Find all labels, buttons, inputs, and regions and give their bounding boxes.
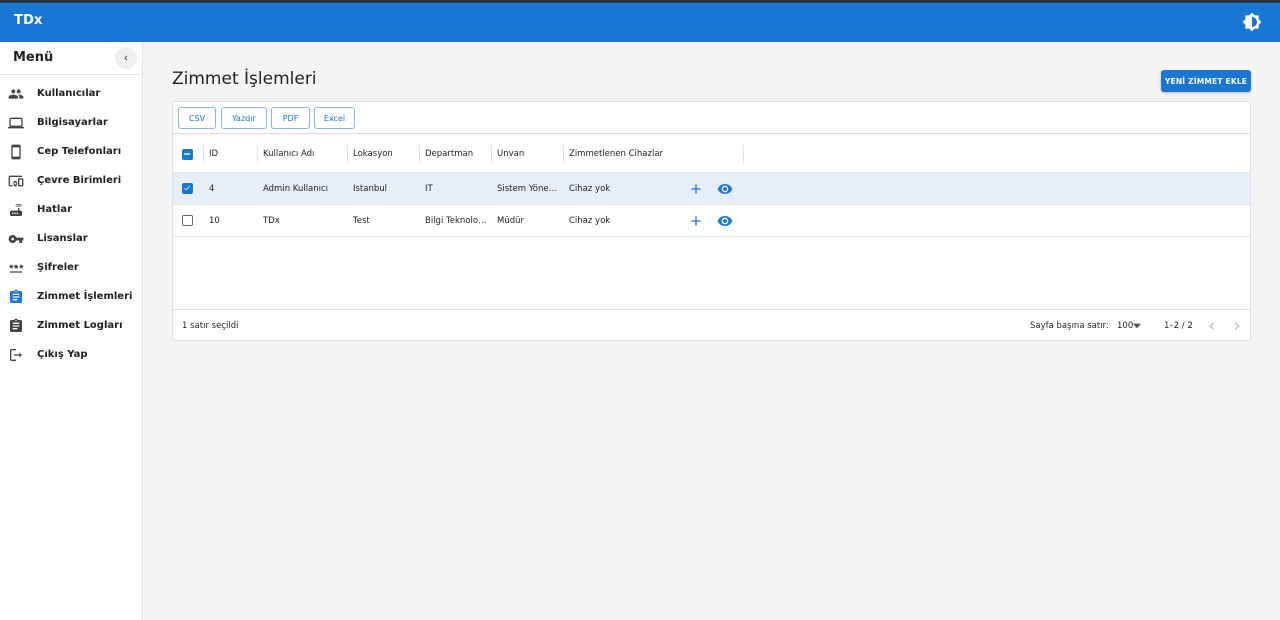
sidebar-item-label: Hatlar bbox=[37, 204, 73, 215]
cell-zimmetlenen-cihazlar: Cihaz yok bbox=[569, 215, 611, 226]
cell-id: 10 bbox=[209, 215, 220, 226]
cell-unvan: Sistem Yöneticisi bbox=[497, 183, 559, 194]
sidebar-header: Menü bbox=[0, 42, 142, 75]
laptop-icon bbox=[8, 117, 24, 129]
data-grid: ID Kullanıcı Adı Lokasyon Departman Unva… bbox=[173, 135, 1250, 237]
sidebar-item-label: Lisanslar bbox=[37, 233, 88, 244]
sidebar-item-sifreler[interactable]: Şifreler bbox=[0, 254, 142, 283]
add-icon[interactable] bbox=[688, 213, 704, 229]
sidebar-item-kullanicilar[interactable]: Kullanıcılar bbox=[0, 80, 142, 109]
cell-id: 4 bbox=[209, 183, 215, 194]
sidebar: Menü Kullanıcılar Bilgisayarlar Cep Tele… bbox=[0, 42, 143, 620]
sidebar-title: Menü bbox=[13, 50, 54, 65]
previous-page-icon[interactable] bbox=[1204, 318, 1220, 334]
add-icon[interactable] bbox=[688, 181, 704, 197]
table-row[interactable]: 10 TDx Test Bilgi Teknolojileri Müdür Ci… bbox=[173, 205, 1250, 237]
sidebar-item-cikis-yap[interactable]: Çıkış Yap bbox=[0, 341, 142, 370]
sidebar-item-label: Zimmet İşlemleri bbox=[37, 291, 133, 302]
app-bar: TDx bbox=[0, 0, 1280, 42]
cell-lokasyon: Test bbox=[353, 215, 370, 226]
export-excel-button[interactable]: Excel bbox=[314, 107, 355, 129]
sidebar-item-lisanslar[interactable]: Lisanslar bbox=[0, 225, 142, 254]
export-pdf-button[interactable]: PDF bbox=[271, 107, 310, 129]
selection-count: 1 satır seçildi bbox=[182, 321, 239, 331]
assignment-icon bbox=[10, 289, 22, 303]
sidebar-item-bilgisayarlar[interactable]: Bilgisayarlar bbox=[0, 109, 142, 138]
rows-per-page-label: Sayfa başına satır: bbox=[1030, 321, 1109, 331]
sidebar-item-label: Şifreler bbox=[37, 262, 79, 273]
sidebar-item-label: Çevre Birimleri bbox=[37, 175, 122, 186]
dropdown-arrow-icon[interactable] bbox=[1133, 323, 1141, 329]
logout-icon bbox=[10, 349, 22, 361]
sidebar-item-cevre-birimleri[interactable]: Çevre Birimleri bbox=[0, 167, 142, 196]
theme-toggle-icon[interactable] bbox=[1242, 12, 1262, 32]
column-header-kullanici-adi[interactable]: Kullanıcı Adı bbox=[263, 135, 347, 172]
cell-departman: IT bbox=[425, 183, 433, 194]
app-title: TDx bbox=[14, 13, 43, 28]
clipboard-icon bbox=[10, 318, 22, 332]
view-icon[interactable] bbox=[717, 181, 733, 197]
column-header-id[interactable]: ID bbox=[209, 135, 259, 172]
people-icon bbox=[8, 89, 24, 99]
router-icon bbox=[10, 204, 22, 216]
cell-unvan: Müdür bbox=[497, 215, 524, 226]
sidebar-item-label: Çıkış Yap bbox=[37, 349, 88, 360]
sidebar-item-label: Kullanıcılar bbox=[37, 88, 101, 99]
cell-lokasyon: İstanbul bbox=[353, 183, 388, 194]
grid-footer: 1 satır seçildi Sayfa başına satır: 100 … bbox=[173, 309, 1250, 341]
cell-zimmetlenen-cihazlar: Cihaz yok bbox=[569, 183, 611, 194]
smartphone-icon bbox=[11, 144, 21, 160]
view-icon[interactable] bbox=[717, 213, 733, 229]
pagination-range: 1–2 / 2 bbox=[1164, 321, 1193, 331]
devices-icon bbox=[8, 175, 24, 187]
row-checkbox[interactable] bbox=[182, 215, 193, 226]
row-checkbox[interactable] bbox=[182, 183, 193, 194]
new-assignment-button[interactable]: YENİ ZİMMET EKLE bbox=[1161, 70, 1251, 92]
sidebar-collapse-button[interactable] bbox=[115, 47, 137, 69]
indeterminate-icon bbox=[184, 153, 190, 155]
table-row[interactable]: 4 Admin Kullanıcı İstanbul IT Sistem Yön… bbox=[173, 173, 1250, 205]
export-csv-button[interactable]: CSV bbox=[178, 107, 216, 129]
chevron-left-icon bbox=[124, 55, 128, 61]
column-header-departman[interactable]: Departman bbox=[425, 135, 491, 172]
check-icon bbox=[184, 185, 190, 191]
sidebar-item-zimmet-loglari[interactable]: Zimmet Logları bbox=[0, 312, 142, 341]
cell-kullanici-adi: TDx bbox=[263, 215, 280, 226]
column-header-zimmetlenen-cihazlar[interactable]: Zimmetlenen Cihazlar bbox=[569, 135, 739, 172]
next-page-icon[interactable] bbox=[1229, 318, 1245, 334]
data-grid-panel: CSV Yazdır PDF Excel ID Kullanıcı Adı Lo… bbox=[172, 101, 1251, 341]
sidebar-item-zimmet-islemleri[interactable]: Zimmet İşlemleri bbox=[0, 283, 142, 312]
sidebar-item-label: Zimmet Logları bbox=[37, 320, 123, 331]
export-toolbar: CSV Yazdır PDF Excel bbox=[173, 102, 1250, 134]
sidebar-item-hatlar[interactable]: Hatlar bbox=[0, 196, 142, 225]
cell-kullanici-adi: Admin Kullanıcı bbox=[263, 183, 329, 194]
sidebar-item-label: Bilgisayarlar bbox=[37, 117, 108, 128]
cell-departman: Bilgi Teknolojileri bbox=[425, 215, 487, 226]
rows-per-page-select[interactable]: 100 bbox=[1117, 321, 1133, 331]
column-header-unvan[interactable]: Unvan bbox=[497, 135, 563, 172]
sidebar-nav: Kullanıcılar Bilgisayarlar Cep Telefonla… bbox=[0, 80, 142, 370]
table-header-row: ID Kullanıcı Adı Lokasyon Departman Unva… bbox=[173, 135, 1250, 173]
key-icon bbox=[8, 235, 24, 243]
sidebar-item-cep-telefonlari[interactable]: Cep Telefonları bbox=[0, 138, 142, 167]
column-header-lokasyon[interactable]: Lokasyon bbox=[353, 135, 419, 172]
select-all-checkbox[interactable] bbox=[182, 149, 193, 160]
print-button[interactable]: Yazdır bbox=[221, 107, 267, 129]
password-icon bbox=[9, 264, 24, 273]
sidebar-item-label: Cep Telefonları bbox=[37, 146, 122, 157]
page-title: Zimmet İşlemleri bbox=[172, 69, 317, 89]
